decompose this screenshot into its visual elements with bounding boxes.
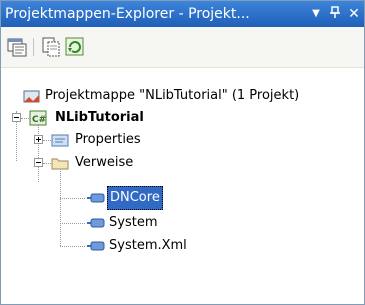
reference-label: System bbox=[109, 215, 158, 230]
window-title: Projektmappen-Explorer - Projekt... bbox=[5, 6, 250, 22]
pin-icon bbox=[330, 6, 340, 18]
tree-line bbox=[43, 163, 51, 164]
pin-button[interactable] bbox=[326, 1, 344, 27]
assembly-reference-icon bbox=[87, 189, 105, 207]
collapse-project-toggle[interactable] bbox=[12, 113, 21, 122]
tree-line bbox=[60, 246, 85, 247]
tree-line bbox=[60, 223, 85, 224]
title-bar[interactable]: Projektmappen-Explorer - Projekt... ▼ ✕ bbox=[1, 1, 364, 27]
reference-label: System.Xml bbox=[109, 238, 187, 253]
solution-explorer-panel: Projektmappen-Explorer - Projekt... ▼ ✕ bbox=[0, 0, 365, 305]
solution-icon bbox=[23, 87, 41, 105]
solution-tree: Projektmappe "NLibTutorial" (1 Projekt) … bbox=[1, 68, 364, 304]
toolbar bbox=[1, 27, 364, 68]
project-label: NLibTutorial bbox=[55, 110, 144, 125]
show-all-files-icon bbox=[42, 37, 60, 57]
refresh-icon bbox=[65, 37, 84, 56]
tree-line bbox=[60, 171, 61, 246]
refresh-button[interactable] bbox=[64, 36, 86, 58]
tree-line bbox=[38, 125, 39, 182]
references-label: Verweise bbox=[75, 155, 134, 170]
toolbar-separator bbox=[33, 38, 34, 56]
properties-folder-icon bbox=[51, 131, 69, 149]
tree-line bbox=[21, 118, 29, 119]
references-folder-icon bbox=[51, 154, 69, 172]
solution-label: Projektmappe "NLibTutorial" (1 Projekt) bbox=[45, 88, 300, 103]
tree-line bbox=[43, 140, 51, 141]
reference-label: DNCore bbox=[107, 186, 163, 210]
show-all-files-button[interactable] bbox=[40, 36, 62, 58]
properties-label: Properties bbox=[75, 132, 141, 147]
svg-text:C#: C# bbox=[32, 115, 46, 125]
expand-properties-toggle[interactable] bbox=[34, 135, 43, 144]
assembly-reference-icon bbox=[87, 214, 105, 232]
properties-icon bbox=[7, 38, 27, 57]
window-menu-button[interactable]: ▼ bbox=[307, 1, 325, 27]
tree-line bbox=[60, 198, 85, 199]
assembly-reference-icon bbox=[87, 237, 105, 255]
csharp-project-icon: C# bbox=[29, 109, 47, 127]
close-button[interactable]: ✕ bbox=[345, 1, 363, 27]
properties-button[interactable] bbox=[6, 36, 28, 58]
collapse-references-toggle[interactable] bbox=[34, 158, 43, 167]
